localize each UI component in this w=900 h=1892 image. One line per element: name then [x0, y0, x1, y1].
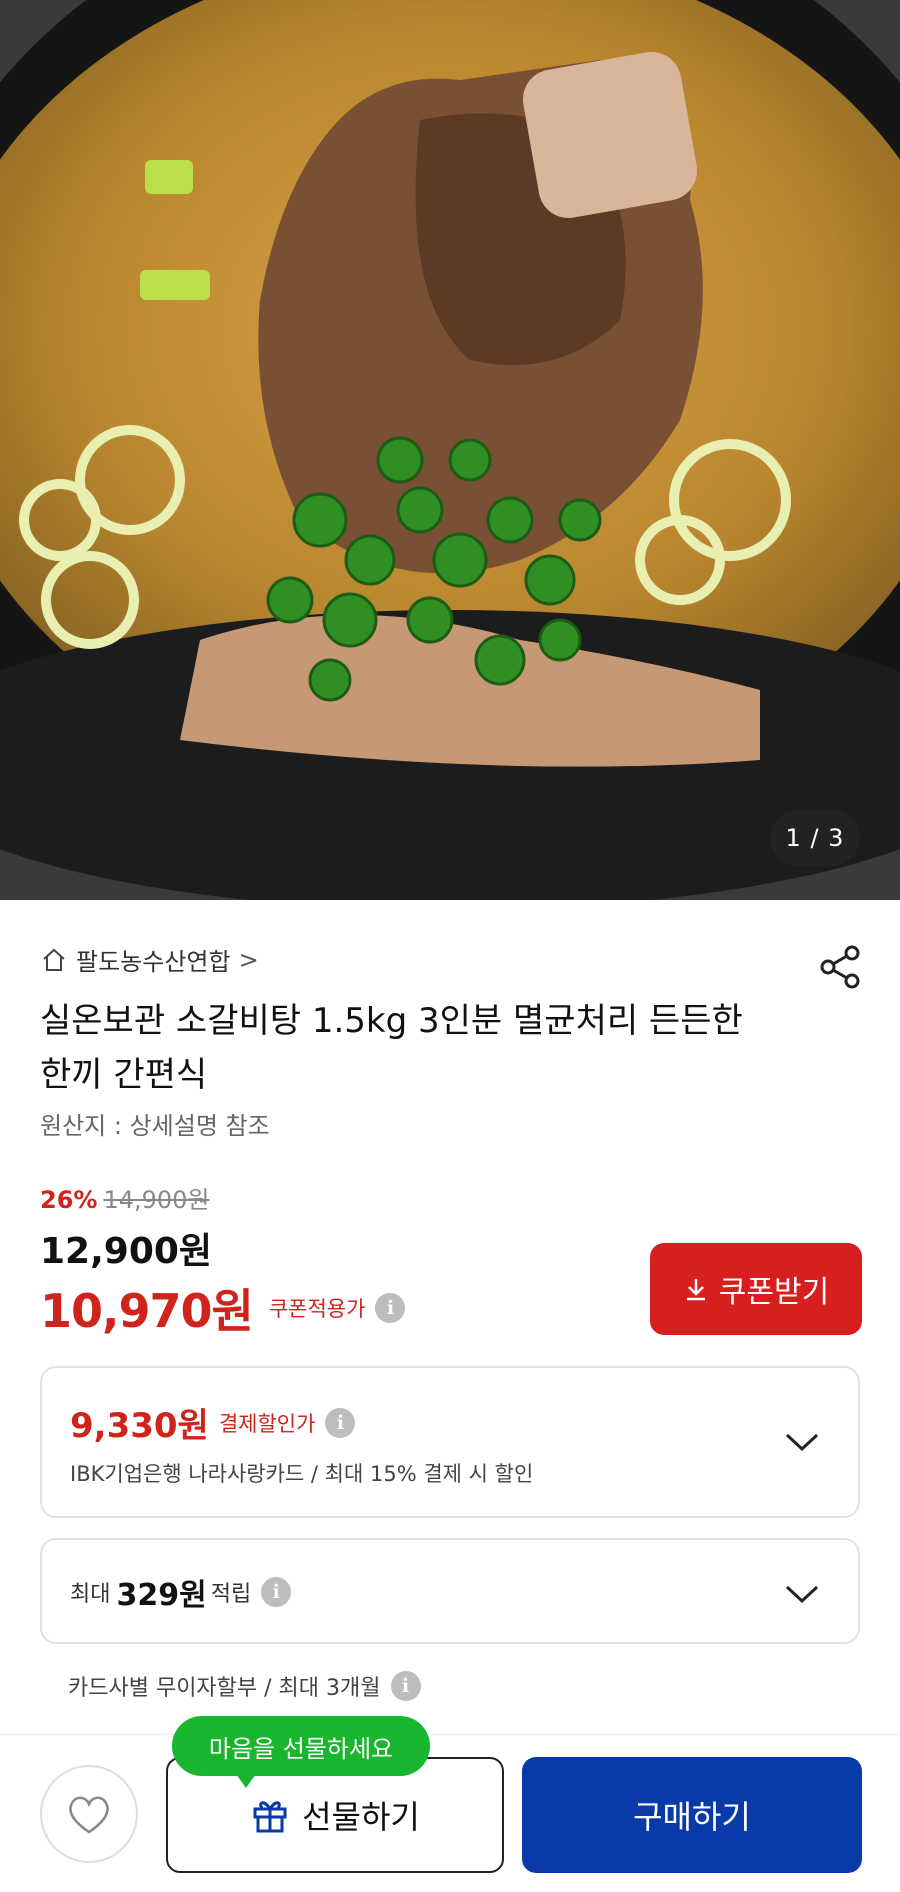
points-card[interactable]: 최대 329원 적립 i [40, 1538, 860, 1644]
gift-icon [253, 1801, 287, 1833]
payment-discount-detail: IBK기업은행 나라사랑카드 / 최대 15% 결제 시 할인 [70, 1462, 534, 1486]
home-icon [43, 948, 65, 971]
image-page-indicator: 1 / 3 [770, 810, 860, 866]
coupon-price-row: 10,970원 쿠폰적용가 i [40, 1275, 406, 1341]
info-icon[interactable]: i [375, 1293, 406, 1323]
points-suffix: 적립 [210, 1582, 252, 1607]
points-prefix: 최대 [70, 1582, 111, 1607]
galbitang-photo [0, 0, 900, 900]
chevron-down-icon[interactable] [784, 1584, 820, 1604]
store-chevron: > [238, 945, 259, 974]
buy-label: 구매하기 [633, 1798, 751, 1836]
payment-discount-label: 결제할인가 [218, 1411, 316, 1436]
download-icon [686, 1279, 705, 1301]
installment-info: 카드사별 무이자할부 / 최대 3개월 i [68, 1670, 421, 1702]
buy-button[interactable]: 구매하기 [522, 1757, 862, 1873]
heart-icon [69, 1796, 109, 1834]
points-amount: 329원 [116, 1578, 207, 1613]
gift-tooltip: 마음을 선물하세요 [172, 1716, 430, 1788]
product-image[interactable]: 1 / 3 [0, 0, 900, 900]
wishlist-button[interactable] [40, 1765, 138, 1863]
gift-label: 선물하기 [302, 1798, 420, 1836]
original-price: 14,900원 [103, 1186, 210, 1214]
get-coupon-button[interactable]: 쿠폰받기 [650, 1243, 862, 1335]
info-icon[interactable]: i [325, 1407, 356, 1438]
info-icon[interactable]: i [390, 1671, 421, 1701]
bottom-action-bar: 선물하기 구매하기 [0, 1734, 900, 1892]
payment-discount-price: 9,330원 [70, 1406, 209, 1446]
chevron-down-icon[interactable] [784, 1432, 820, 1452]
product-origin: 원산지 : 상세설명 참조 [40, 1112, 270, 1140]
share-icon[interactable] [818, 944, 864, 990]
discount-line: 26% 14,900원 [40, 1180, 210, 1215]
coupon-price-label: 쿠폰적용가 [268, 1297, 366, 1321]
store-name: 팔도농수산연합 [76, 948, 231, 976]
sale-price: 12,900원 [40, 1231, 213, 1272]
installment-text: 카드사별 무이자할부 / 최대 3개월 [68, 1676, 381, 1701]
info-icon[interactable]: i [261, 1577, 292, 1607]
coupon-price: 10,970원 [40, 1284, 254, 1338]
product-title: 실온보관 소갈비탕 1.5kg 3인분 멸균처리 든든한 한끼 간편식 [40, 1001, 743, 1095]
discount-percent: 26% [40, 1186, 98, 1214]
payment-discount-card[interactable]: 9,330원 결제할인가 i IBK기업은행 나라사랑카드 / 최대 15% 결… [40, 1366, 860, 1518]
store-link[interactable]: 팔도농수산연합 > [40, 942, 259, 977]
get-coupon-label: 쿠폰받기 [718, 1275, 830, 1310]
